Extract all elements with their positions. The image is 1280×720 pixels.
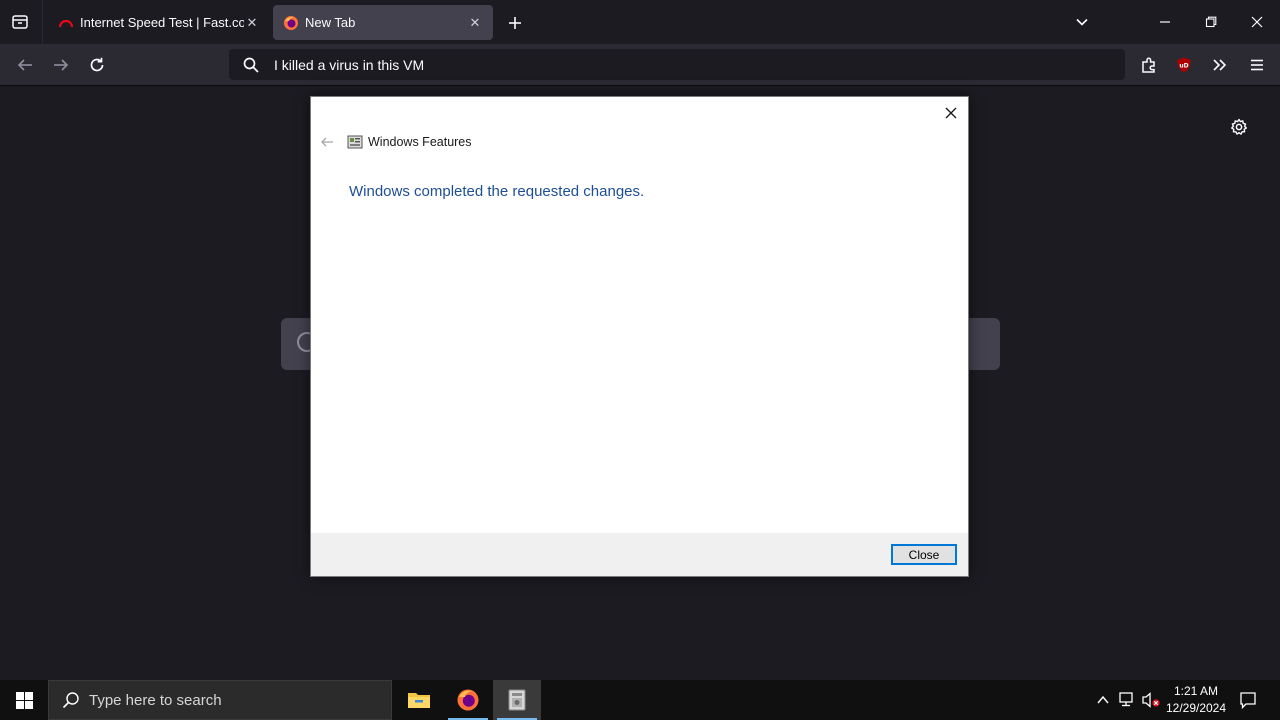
minimize-button[interactable] (1153, 10, 1177, 34)
show-hidden-icons-button[interactable] (1093, 690, 1113, 710)
windows-features-icon (508, 689, 526, 711)
tab-label: New Tab (305, 15, 356, 30)
clock-date: 12/29/2024 (1165, 701, 1227, 715)
dialog-footer: Close (311, 533, 968, 576)
hamburger-menu-icon (1251, 59, 1263, 71)
restore-icon (1205, 16, 1217, 28)
ublock-origin-button[interactable]: uD (1172, 53, 1196, 77)
list-all-tabs-button[interactable] (1070, 10, 1094, 34)
restore-button[interactable] (1199, 10, 1223, 34)
action-center-button[interactable] (1236, 688, 1260, 712)
url-bar[interactable] (229, 49, 1125, 80)
double-chevron-right-icon (1213, 59, 1227, 71)
windows-features-dialog: Windows Features Windows completed the r… (310, 96, 969, 577)
taskbar-search-placeholder: Type here to search (89, 691, 222, 709)
chevron-down-icon (1076, 18, 1088, 26)
search-icon (242, 56, 260, 74)
reload-icon (90, 57, 104, 72)
taskbar-search-box[interactable]: Type here to search (48, 680, 392, 720)
app-menu-button[interactable] (1245, 53, 1269, 77)
puzzle-icon (1142, 57, 1155, 73)
firefox-icon (457, 689, 479, 711)
close-icon (945, 107, 957, 119)
dialog-title: Windows Features (368, 135, 472, 149)
close-window-button[interactable] (1245, 10, 1269, 34)
plus-icon (509, 17, 521, 29)
tab-separator (42, 0, 43, 44)
taskbar-file-explorer[interactable] (395, 680, 443, 720)
search-icon (61, 690, 81, 710)
back-button[interactable] (13, 53, 37, 77)
volume-muted-icon (1142, 692, 1160, 708)
firefox-icon (283, 15, 299, 31)
network-tray-button[interactable] (1117, 690, 1137, 710)
arrow-left-icon (321, 137, 333, 147)
dialog-back-button[interactable] (319, 134, 335, 150)
taskbar-windows-features[interactable] (493, 680, 541, 720)
close-icon (1251, 16, 1263, 28)
ublock-shield-icon: uD (1177, 57, 1191, 73)
arrow-left-icon (17, 59, 32, 71)
tab-fast-com[interactable]: Internet Speed Test | Fast.com ✕ (48, 5, 270, 40)
taskbar-clock[interactable]: 1:21 AM 12/29/2024 (1162, 683, 1230, 717)
svg-text:uD: uD (1179, 63, 1188, 70)
navigation-toolbar: uD (0, 44, 1280, 86)
windows-features-icon (347, 135, 363, 149)
taskbar-firefox[interactable] (444, 680, 492, 720)
browser-tab-strip: Internet Speed Test | Fast.com ✕ New Tab… (0, 0, 1280, 44)
tab-new-tab[interactable]: New Tab ✕ (273, 5, 493, 40)
chevron-up-icon (1097, 695, 1109, 704)
tab-close-icon[interactable]: ✕ (244, 15, 260, 31)
fast-speed-icon (58, 15, 74, 31)
start-button[interactable] (0, 680, 48, 720)
close-button[interactable]: Close (891, 544, 957, 565)
arrow-right-icon (54, 59, 69, 71)
file-explorer-icon (408, 693, 430, 708)
new-tab-button[interactable] (503, 11, 527, 35)
notification-icon (1240, 692, 1256, 709)
more-tools-button[interactable] (1208, 53, 1232, 77)
network-icon (1119, 692, 1133, 707)
reload-button[interactable] (85, 53, 109, 77)
firefox-view-icon (12, 15, 28, 29)
gear-icon (1231, 118, 1247, 135)
newtab-settings-button[interactable] (1228, 116, 1250, 138)
firefox-view-button[interactable] (8, 10, 32, 34)
dialog-message: Windows completed the requested changes. (349, 183, 645, 200)
minimize-icon (1160, 21, 1170, 23)
tab-label: Internet Speed Test | Fast.com (80, 15, 244, 30)
clock-time: 1:21 AM (1173, 684, 1219, 698)
windows-logo-icon (15, 691, 33, 709)
extensions-button[interactable] (1137, 53, 1161, 77)
windows-taskbar: Type here to search 1:21 AM 12/29/2024 (0, 680, 1280, 720)
url-input[interactable] (274, 56, 1054, 73)
dialog-close-button[interactable] (940, 102, 962, 124)
tab-close-icon[interactable]: ✕ (467, 15, 483, 31)
volume-tray-button[interactable] (1141, 690, 1161, 710)
forward-button[interactable] (49, 53, 73, 77)
